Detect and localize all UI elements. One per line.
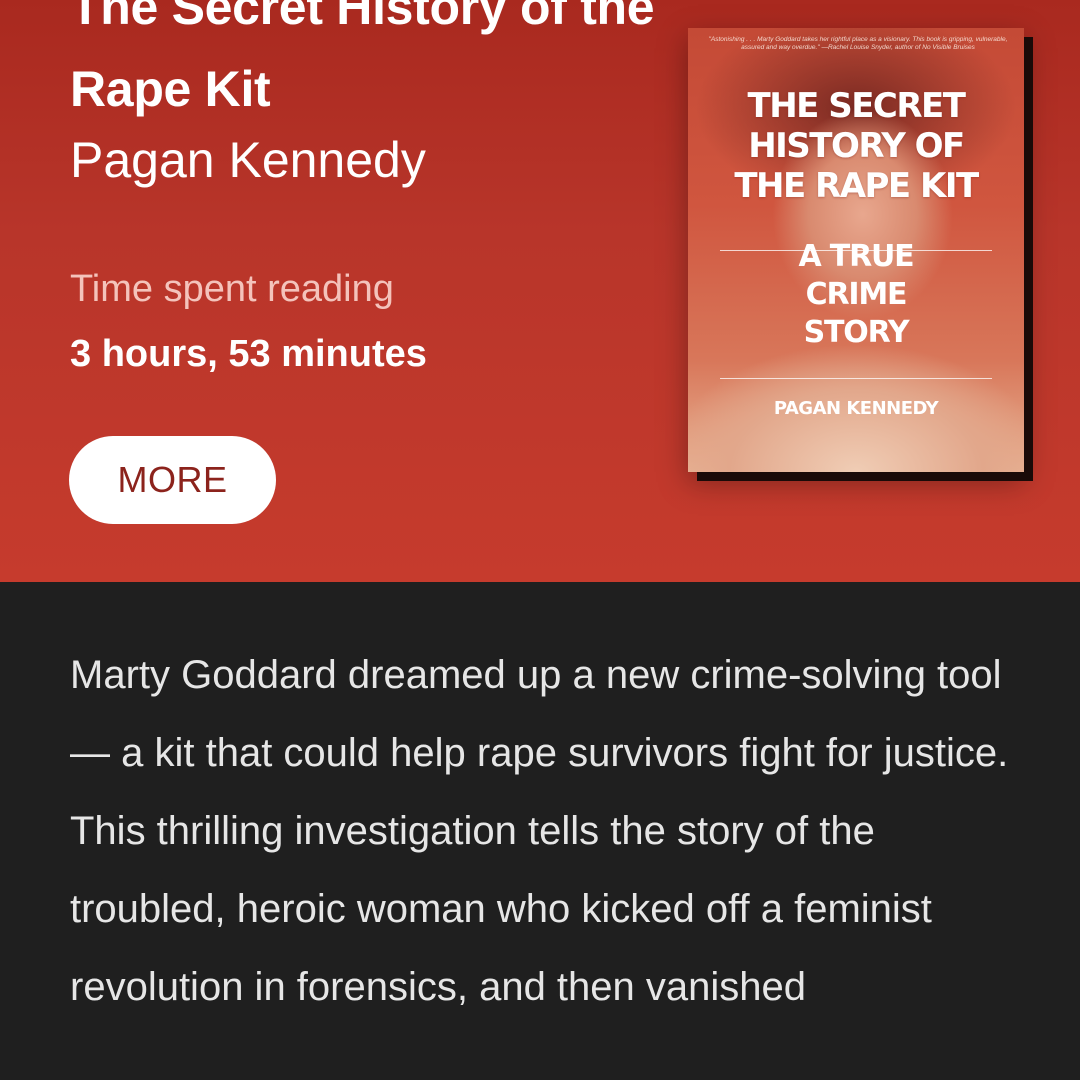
book-header: The Secret History of the Rape Kit Pagan… [0,0,1080,582]
reading-time-label: Time spent reading [70,268,394,310]
cover-subtitle: A TRUE CRIME STORY [798,239,915,350]
cover-title: THE SECRET HISTORY OF THE RAPE KIT [734,86,979,206]
cover-divider-bottom [720,378,992,379]
more-button[interactable]: MORE [69,436,276,524]
book-author[interactable]: Pagan Kennedy [70,128,426,192]
cover-blurb: "Astonishing . . . Marty Goddard takes h… [708,36,1008,51]
book-cover-art: "Astonishing . . . Marty Goddard takes h… [688,28,1024,472]
reading-time-value: 3 hours, 53 minutes [70,333,427,375]
cover-author: PAGAN KENNEDY [773,398,939,419]
book-title: The Secret History of the Rape Kit [70,0,655,117]
book-cover[interactable]: "Astonishing . . . Marty Goddard takes h… [688,28,1024,472]
book-description: Marty Goddard dreamed up a new crime-sol… [70,653,1009,1009]
